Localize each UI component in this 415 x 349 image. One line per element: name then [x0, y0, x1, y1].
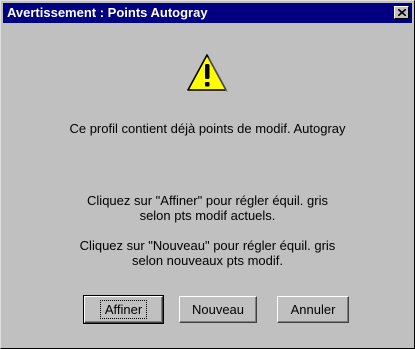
annuler-button[interactable]: Annuler	[277, 296, 349, 323]
nouveau-instruction: Cliquez sur "Nouveau" pour régler équil.…	[1, 238, 414, 268]
profile-message: Ce profil contient déjà points de modif.…	[1, 121, 414, 136]
warning-dialog: Avertissement : Points Autogray Ce profi…	[0, 0, 415, 349]
warning-triangle-icon	[186, 53, 228, 98]
affiner-button-label: Affiner	[99, 300, 148, 319]
affiner-instruction-line1: Cliquez sur "Affiner" pour régler équil.…	[87, 193, 328, 208]
affiner-instruction: Cliquez sur "Affiner" pour régler équil.…	[1, 193, 414, 223]
nouveau-instruction-line2: selon nouveaux pts modif.	[131, 253, 284, 268]
affiner-button[interactable]: Affiner	[83, 295, 164, 324]
close-icon	[398, 9, 406, 16]
nouveau-button[interactable]: Nouveau	[179, 296, 257, 323]
window-title: Avertissement : Points Autogray	[7, 5, 208, 20]
title-bar[interactable]: Avertissement : Points Autogray	[3, 3, 412, 23]
affiner-instruction-line2: selon pts modif actuels.	[139, 208, 276, 223]
nouveau-instruction-line1: Cliquez sur "Nouveau" pour régler équil.…	[79, 238, 336, 253]
profile-message-text: Ce profil contient déjà points de modif.…	[69, 121, 346, 136]
close-button[interactable]	[394, 6, 409, 19]
